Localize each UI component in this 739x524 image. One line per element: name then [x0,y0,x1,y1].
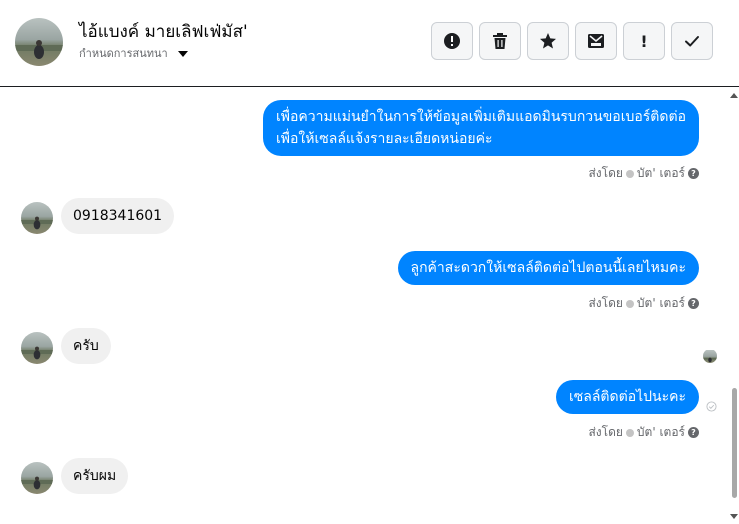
sent-by-label: ส่งโดย [588,296,623,310]
help-icon[interactable]: ? [688,298,699,309]
incoming-message[interactable]: ครับ [61,328,111,364]
sent-by-info: ส่งโดย บัต' เตอร์ ? [588,423,699,442]
alert-circle-icon [444,33,460,49]
sent-by-info: ส่งโดย บัต' เตอร์ ? [588,164,699,183]
trash-icon [493,33,507,49]
message-text-line: เพื่อความแม่นยำในการให้ข้อมูลเพิ่มเติมแอ… [276,109,686,125]
outgoing-message[interactable]: ลูกค้าสะดวกให้เซลล์ติดต่อไปตอนนี้เลยไหมค… [397,251,699,285]
star-button[interactable] [527,22,569,60]
follow-up-button[interactable]: ! [623,22,665,60]
sent-by-info: ส่งโดย บัต' เตอร์ ? [588,294,699,313]
agent-dot-icon [625,428,634,437]
sender-name: บัต' เตอร์ [636,425,685,439]
sender-name: บัต' เตอร์ [636,166,685,180]
incoming-message[interactable]: ครับผม [61,458,129,494]
help-icon[interactable]: ? [688,427,699,438]
mark-unread-icon [588,34,604,48]
delivered-check-icon [706,401,717,412]
agent-dot-icon [625,299,634,308]
scroll-up-arrow-icon[interactable] [730,93,738,98]
caret-down-icon [177,50,188,57]
sent-by-label: ส่งโดย [588,425,623,439]
star-icon [540,33,556,49]
contact-avatar-small [21,202,53,234]
outgoing-message[interactable]: เพื่อความแม่นยำในการให้ข้อมูลเพิ่มเติมแอ… [263,100,699,156]
mark-unread-button[interactable] [575,22,617,60]
contact-avatar[interactable] [15,18,63,66]
check-icon [685,36,699,47]
contact-avatar-small [21,332,53,364]
sender-name: บัต' เตอร์ [636,296,685,310]
conversation-toolbar: ! [431,22,713,60]
incoming-message[interactable]: 0918341601 [61,198,175,234]
contact-avatar-small [21,462,53,494]
outgoing-message[interactable]: เซลล์ติดต่อไปนะคะ [555,380,699,414]
scroll-down-arrow-icon[interactable] [730,514,738,519]
agent-dot-icon [625,169,634,178]
contact-name: ไอ้แบงค์ มายเลิฟเฟ่มัส' [79,22,248,42]
message-thread[interactable]: เพื่อความแม่นยำในการให้ข้อมูลเพิ่มเติมแอ… [0,88,739,524]
mark-spam-button[interactable] [431,22,473,60]
conversation-header: ไอ้แบงค์ มายเลิฟเฟ่มัส' กำหนดการสนทนา ! [0,0,739,87]
mark-done-button[interactable] [671,22,713,60]
sent-by-label: ส่งโดย [588,166,623,180]
help-icon[interactable]: ? [688,168,699,179]
message-text-line: เพื่อให้เซลล์แจ้งรายละเอียดหน่อยค่ะ [276,131,493,147]
assign-conversation-dropdown[interactable]: กำหนดการสนทนา [79,44,188,62]
assign-label: กำหนดการสนทนา [79,47,168,60]
scrollbar-thumb[interactable] [732,388,737,498]
delete-button[interactable] [479,22,521,60]
exclamation-icon: ! [640,31,648,51]
seen-avatar [703,349,717,363]
